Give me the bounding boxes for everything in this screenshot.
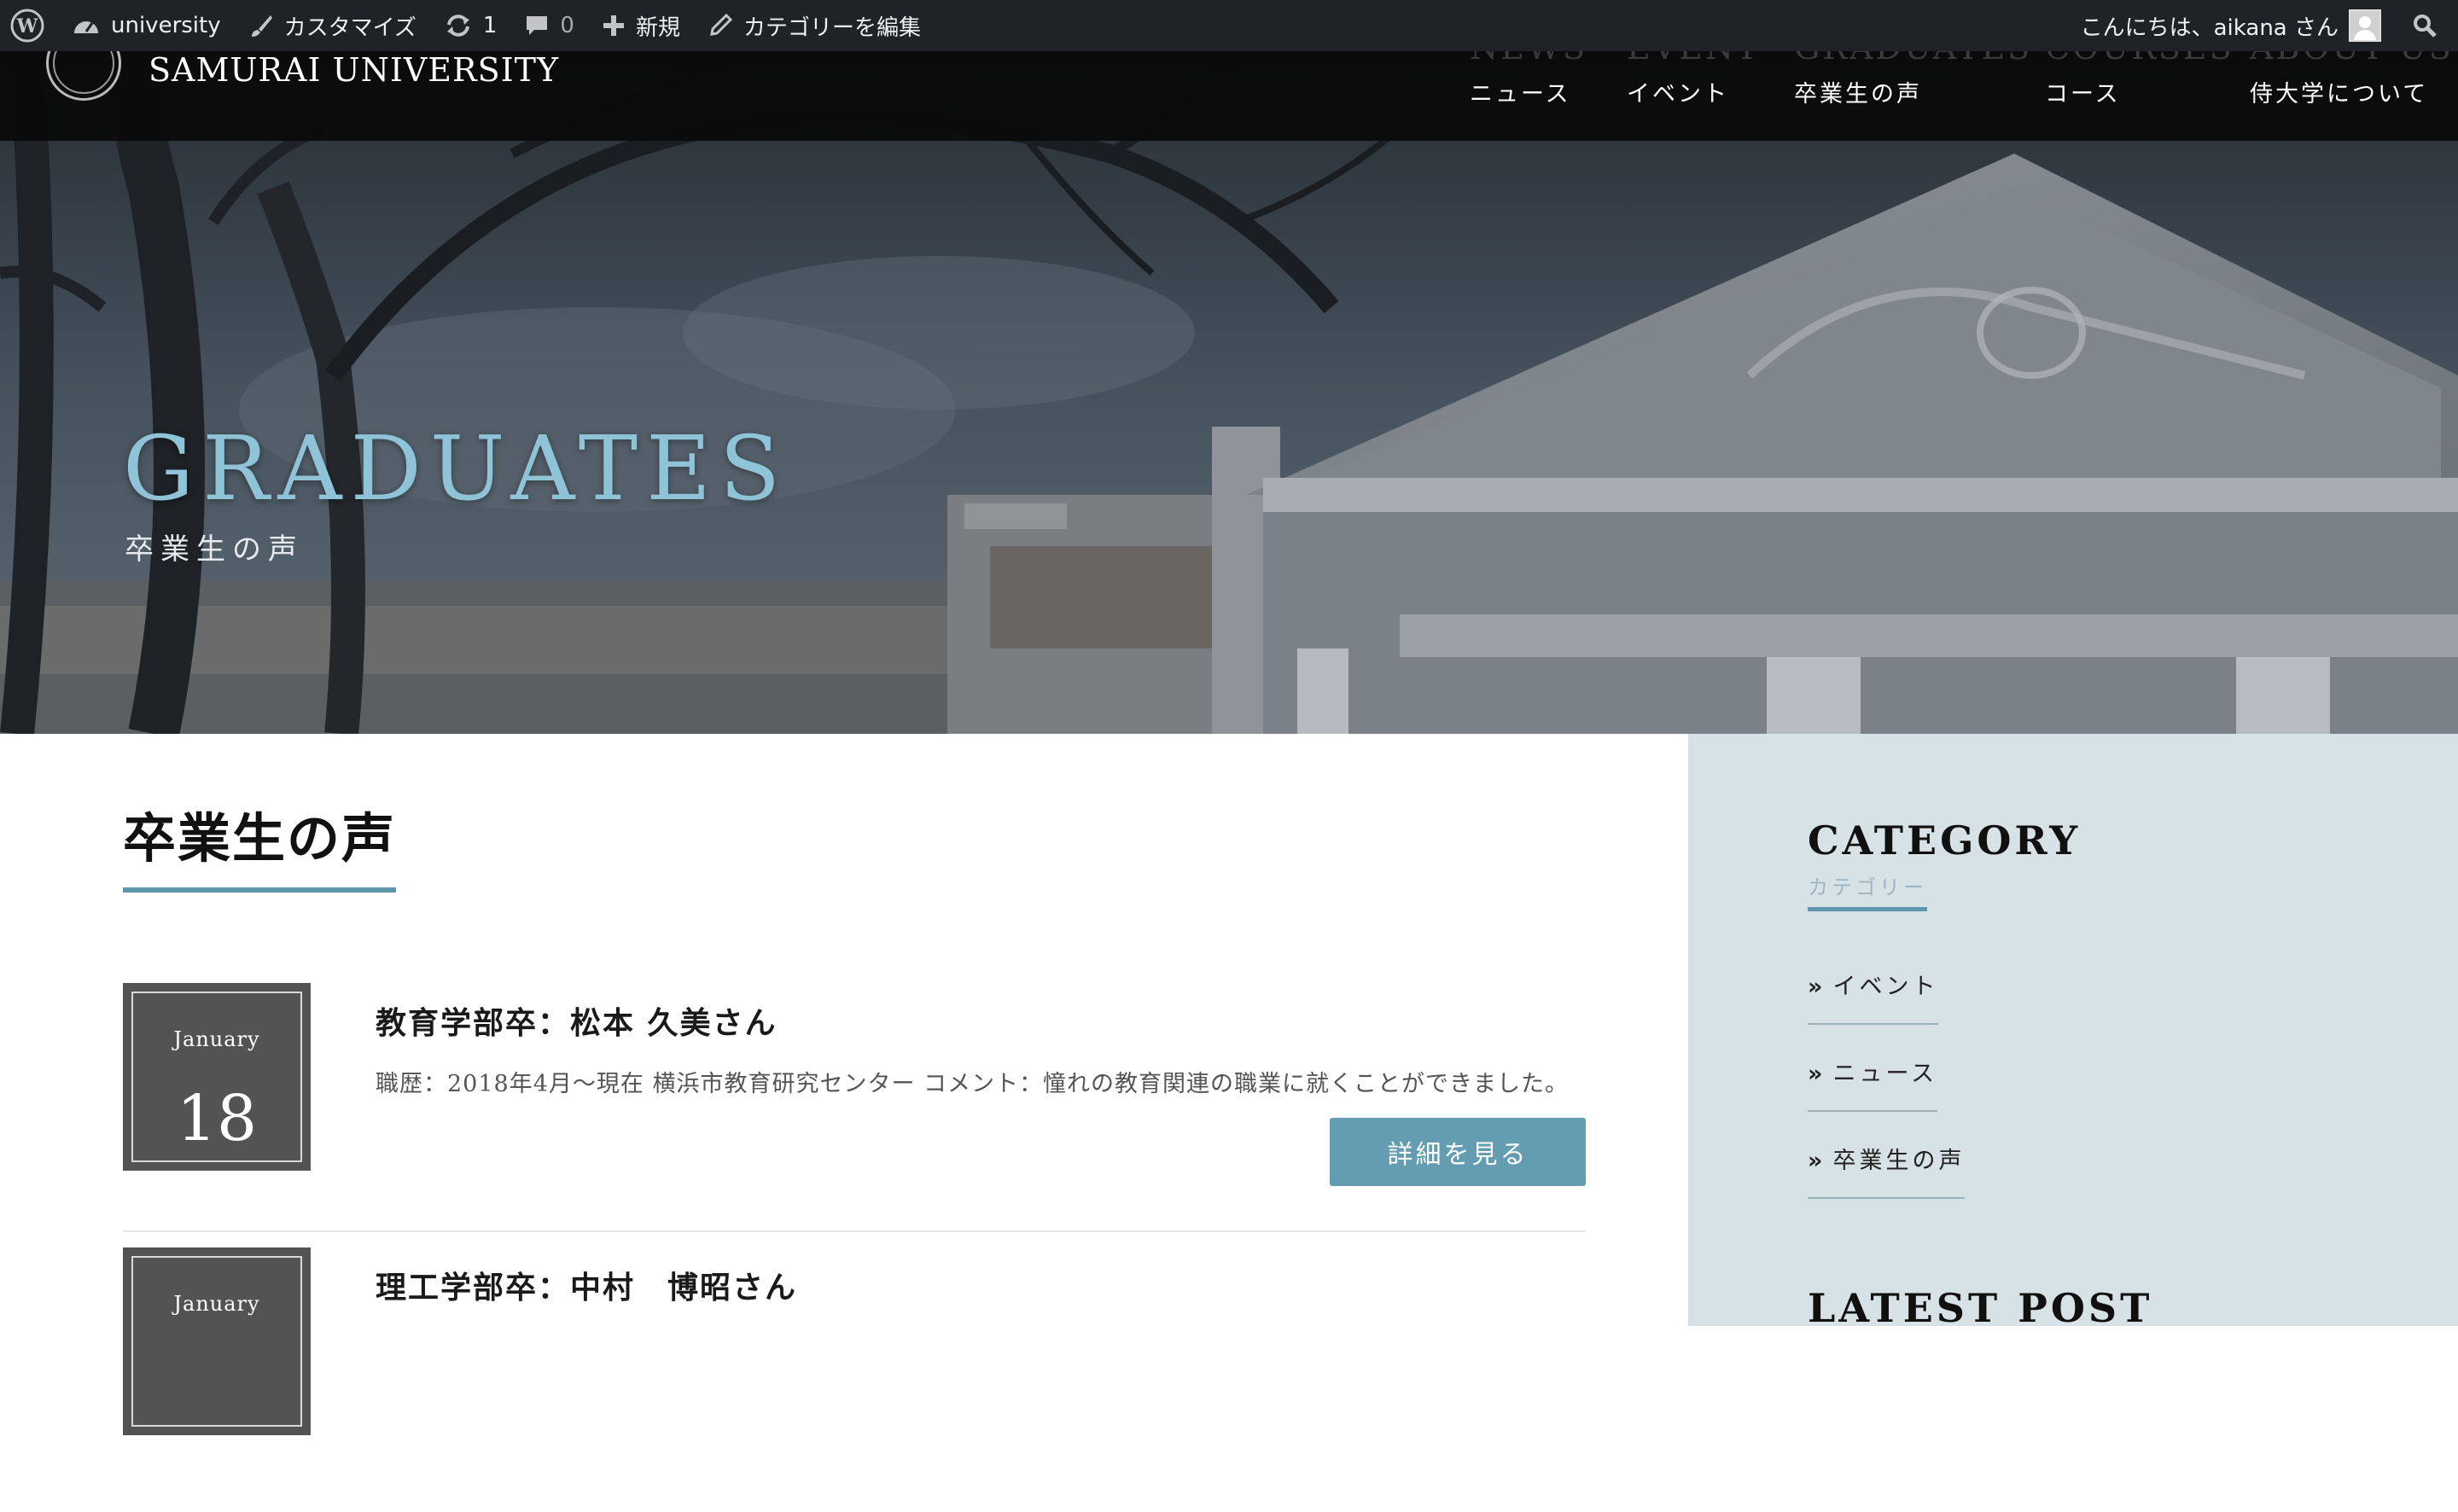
comments-count: 0 bbox=[560, 13, 574, 38]
site-name-link[interactable]: university bbox=[58, 0, 235, 51]
edit-category-link[interactable]: カテゴリーを編集 bbox=[694, 0, 935, 51]
post-title[interactable]: 理工学部卒：中村 博昭さん bbox=[376, 1263, 797, 1307]
comment-icon bbox=[527, 16, 548, 35]
customize-label: カスタマイズ bbox=[283, 15, 416, 41]
site-title[interactable]: SAMURAI UNIVERSITY bbox=[149, 51, 559, 89]
category-item-label: ニュース bbox=[1832, 1061, 1938, 1087]
new-content-link[interactable]: 新規 bbox=[588, 0, 694, 51]
updates-link[interactable]: 1 bbox=[430, 0, 511, 51]
edit-category-label: カテゴリーを編集 bbox=[743, 15, 921, 41]
nav-item-event-jp: イベント bbox=[1627, 81, 1729, 108]
category-item-graduates[interactable]: » 卒業生の声 bbox=[1808, 1142, 1966, 1199]
category-item-news[interactable]: » ニュース bbox=[1808, 1055, 1938, 1112]
my-account-link[interactable]: こんにちは、aikana さん bbox=[2067, 0, 2398, 51]
hero-banner: GRADUATES 卒業生の声 bbox=[0, 51, 2458, 734]
category-subheading: カテゴリー bbox=[1808, 870, 1927, 911]
site-header: SAMURAI UNIVERSITY NEWS ニュース EVENT イベント … bbox=[0, 29, 2458, 141]
nav-item-about-jp: 侍大学について bbox=[2250, 81, 2429, 108]
new-label: 新規 bbox=[635, 15, 680, 41]
post-card: January 18 教育学部卒：松本 久美さん 職歴：2018年4月〜現在 横… bbox=[123, 983, 1586, 1247]
avatar bbox=[2349, 9, 2381, 42]
date-box: January 18 bbox=[123, 983, 311, 1171]
paintbrush-icon bbox=[251, 15, 272, 37]
customize-link[interactable]: カスタマイズ bbox=[235, 0, 430, 51]
search-icon bbox=[2414, 15, 2437, 38]
nav-item-courses-jp: コース bbox=[2045, 81, 2121, 108]
post-divider bbox=[123, 1230, 1586, 1232]
main-content: 卒業生の声 January 18 教育学部卒：松本 久美さん 職歴：2018年4… bbox=[0, 734, 1688, 1435]
hero-title: GRADUATES bbox=[123, 416, 789, 520]
plus-icon bbox=[603, 15, 624, 36]
sidebar: CATEGORY カテゴリー » イベント » ニュース » 卒業生の声 LATEST… bbox=[1688, 734, 2458, 1331]
category-heading: CATEGORY bbox=[1808, 817, 2082, 864]
university-emblem-icon[interactable] bbox=[46, 51, 125, 104]
updates-count: 1 bbox=[482, 13, 498, 38]
chevron-right-icon: » bbox=[1808, 1148, 1826, 1174]
date-month: January bbox=[173, 1292, 260, 1316]
admin-bar: W university カスタマイズ 1 0 新規 カテゴリーを編集 こんにち… bbox=[0, 0, 2458, 51]
page-title: 卒業生の声 bbox=[123, 795, 397, 893]
post-title[interactable]: 教育学部卒：松本 久美さん bbox=[376, 998, 778, 1043]
greeting-text: こんにちは、aikana さん bbox=[2080, 15, 2339, 41]
updates-icon bbox=[446, 15, 469, 37]
site-name-label: university bbox=[111, 13, 221, 38]
wordpress-icon: W bbox=[10, 9, 44, 43]
category-item-label: イベント bbox=[1832, 974, 1939, 1000]
post-card: January 理工学部卒：中村 博昭さん bbox=[123, 1247, 1586, 1512]
nav-item-graduates-jp: 卒業生の声 bbox=[1794, 81, 1922, 108]
date-month: January bbox=[173, 1027, 260, 1051]
hero-background-image bbox=[0, 51, 2458, 734]
date-box: January bbox=[123, 1247, 311, 1435]
comments-link[interactable]: 0 bbox=[510, 0, 588, 51]
hero-subtitle: 卒業生の声 bbox=[125, 532, 304, 567]
svg-text:W: W bbox=[16, 15, 38, 38]
category-item-event[interactable]: » イベント bbox=[1808, 968, 1939, 1025]
read-more-button[interactable]: 詳細を見る bbox=[1330, 1118, 1586, 1186]
post-excerpt: 職歴：2018年4月〜現在 横浜市教育研究センター コメント：憧れの教育関連の職… bbox=[376, 1071, 1570, 1097]
category-item-label: 卒業生の声 bbox=[1832, 1148, 1966, 1174]
dashboard-icon bbox=[74, 21, 98, 33]
chevron-right-icon: » bbox=[1808, 1061, 1826, 1087]
wordpress-logo-button[interactable]: W bbox=[0, 0, 58, 51]
latest-post-heading: LATEST POST bbox=[1808, 1285, 2153, 1331]
chevron-right-icon: » bbox=[1808, 974, 1826, 1000]
pencil-icon bbox=[710, 13, 733, 36]
date-day: 18 bbox=[176, 1082, 258, 1155]
search-button[interactable] bbox=[2398, 0, 2458, 51]
nav-item-news-jp: ニュース bbox=[1470, 81, 1571, 108]
